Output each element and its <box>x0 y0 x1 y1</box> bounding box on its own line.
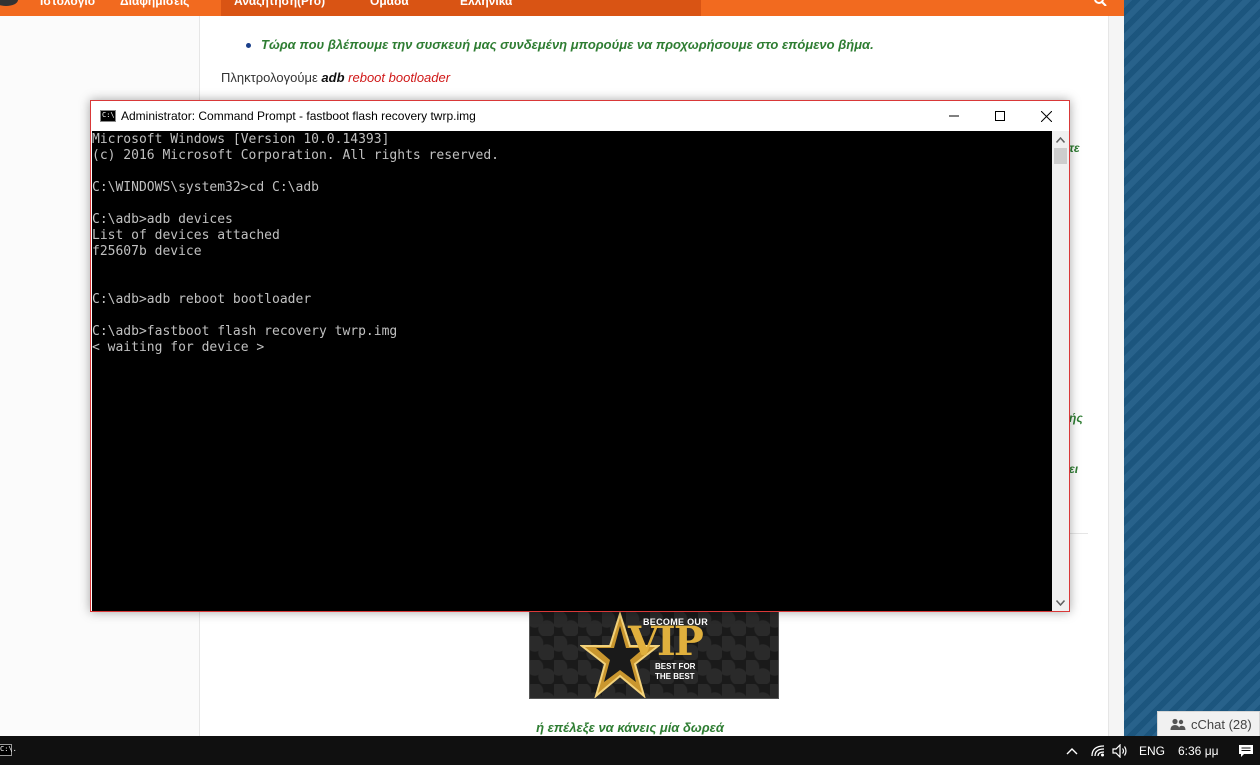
site-nav-bar: Ιστολόγιο Διαφημίσεις Αναζήτηση(Pro) Ομά… <box>0 0 1124 20</box>
console-line: (c) 2016 Microsoft Corporation. All righ… <box>92 148 499 163</box>
console-line: C:\adb>adb reboot bootloader <box>92 292 312 307</box>
volume-button[interactable] <box>1112 736 1128 765</box>
cmd-window-title: Administrator: Command Prompt - fastboot… <box>121 109 476 123</box>
console-line: C:\adb>fastboot flash recovery twrp.img <box>92 324 398 339</box>
clipped-text: ει <box>1069 462 1079 476</box>
input-language[interactable]: ENG <box>1139 736 1165 765</box>
chat-label: cChat (28) <box>1191 717 1252 732</box>
clipped-text: τε <box>1069 141 1080 155</box>
article-instruction: Πληκτρολογούμε adb reboot bootloader <box>221 70 450 85</box>
speaker-icon <box>1112 743 1127 758</box>
instruction-prefix: Πληκτρολογούμε <box>221 70 322 85</box>
clipped-text: ής <box>1069 411 1083 425</box>
network-button[interactable] <box>1090 736 1106 765</box>
instruction-cmd-adb: adb <box>321 70 345 85</box>
cmd-app-icon[interactable]: C:\. <box>100 110 119 122</box>
chevron-up-icon <box>1056 136 1065 143</box>
command-prompt-window[interactable]: C:\. Administrator: Command Prompt - fas… <box>90 100 1070 612</box>
console-line: f25607b device <box>92 244 202 259</box>
console-output[interactable]: Microsoft Windows [Version 10.0.14393] (… <box>92 131 1052 611</box>
nav-item-search-pro[interactable]: Αναζήτηση(Pro) <box>234 0 325 8</box>
page-right-margin <box>1108 16 1124 736</box>
search-icon[interactable] <box>1094 0 1108 6</box>
notification-icon <box>1239 744 1253 757</box>
vertical-scrollbar[interactable] <box>1052 131 1069 611</box>
chat-widget-button[interactable]: cChat (28) <box>1157 711 1260 738</box>
vip-banner[interactable]: BECOME OUR VIP BEST FOR THE BEST <box>529 611 779 699</box>
divider <box>1068 533 1088 534</box>
wifi-icon <box>1091 744 1105 756</box>
taskbar: C:\. ENG 6:36 μμ <box>0 736 1260 765</box>
chevron-down-icon <box>1056 599 1065 606</box>
console-line: Microsoft Windows [Version 10.0.14393] <box>92 132 390 147</box>
instruction-cmd-reboot: reboot bootloader <box>348 70 451 85</box>
close-icon <box>1040 110 1052 122</box>
close-button[interactable] <box>1023 101 1069 131</box>
nav-item-ads[interactable]: Διαφημίσεις <box>120 0 189 8</box>
site-logo[interactable] <box>0 0 18 6</box>
nav-item-blog[interactable]: Ιστολόγιο <box>40 0 95 8</box>
clock[interactable]: 6:36 μμ <box>1178 736 1219 765</box>
article-bullet-text: Τώρα που βλέπουμε την συσκευή μας συνδεμ… <box>261 37 874 52</box>
chevron-up-icon <box>1066 747 1078 754</box>
console-line: List of devices attached <box>92 228 280 243</box>
nav-item-language[interactable]: Ελληνικά <box>460 0 512 8</box>
vip-best-for: BEST FOR <box>655 662 696 671</box>
console-line: C:\adb>adb devices <box>92 212 233 227</box>
taskbar-cmd-icon[interactable]: C:\. <box>0 744 17 756</box>
minimize-button[interactable] <box>931 101 977 131</box>
action-center-button[interactable] <box>1238 736 1254 765</box>
console-line: < waiting for device > <box>92 340 265 355</box>
console-line: C:\WINDOWS\system32>cd C:\adb <box>92 180 319 195</box>
users-icon <box>1170 718 1186 730</box>
vip-text: VIP <box>628 618 704 665</box>
cmd-app-icon-text: C:\. <box>102 111 119 119</box>
nav-item-team[interactable]: Ομάδα <box>370 0 409 8</box>
cmd-titlebar[interactable]: C:\. Administrator: Command Prompt - fas… <box>91 101 1069 131</box>
scroll-up-arrow[interactable] <box>1052 131 1069 148</box>
bullet-dot <box>246 43 251 49</box>
scroll-down-arrow[interactable] <box>1052 594 1069 611</box>
donate-link[interactable]: ή επέλεξε να κάνεις μία δωρεά <box>0 720 1260 735</box>
tray-overflow-button[interactable] <box>1066 736 1078 765</box>
scroll-thumb[interactable] <box>1054 148 1067 164</box>
maximize-icon <box>995 111 1005 121</box>
article-bullet: Τώρα που βλέπουμε την συσκευή μας συνδεμ… <box>246 37 874 52</box>
maximize-button[interactable] <box>977 101 1023 131</box>
vip-the-best: THE BEST <box>655 672 695 681</box>
taskbar-cmd-icon-text: C:\. <box>0 745 17 753</box>
minimize-icon <box>949 115 959 117</box>
side-decoration-panel <box>1124 0 1260 736</box>
